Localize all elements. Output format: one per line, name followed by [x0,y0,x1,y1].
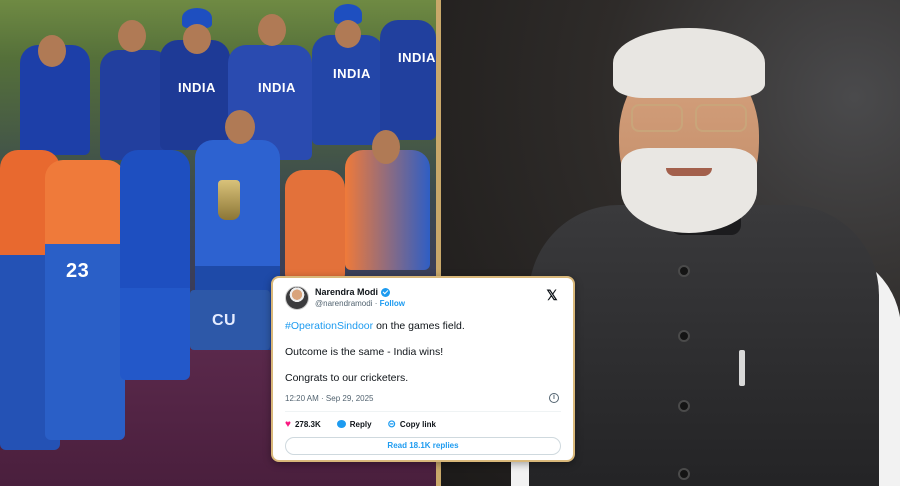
info-icon[interactable]: i [549,393,559,403]
trophy-stand: CU [190,290,270,350]
vest-button [678,468,690,480]
tweet-line-1: #OperationSindoor on the games field. [285,320,561,333]
jersey-label: INDIA [258,80,296,95]
jersey-label: INDIA [178,80,216,95]
pen [739,350,745,386]
handle-line: @narendramodi · Follow [315,299,405,308]
author-handle[interactable]: @narendramodi [315,299,372,308]
jersey-label: INDIA [333,66,371,81]
tweet-line-3: Congrats to our cricketers. [285,372,409,384]
read-replies-button[interactable]: Read 18.1K replies [285,437,561,455]
beard [621,148,757,233]
mouth [666,168,712,176]
like-count: 278.3K [294,419,321,429]
jersey-label: INDIA [398,50,436,65]
reply-label: Reply [349,419,372,429]
hashtag-link[interactable]: #OperationSindoor [285,320,373,332]
player-front-5 [285,170,345,280]
trophy [218,180,240,220]
jersey-number: 23 [66,260,90,282]
tweet-header: Narendra Modi @narendramodi · Follow 𝕏 [285,286,561,316]
player-front-2 [45,160,125,440]
hair [613,28,765,98]
tweet-line-2: Outcome is the same - India wins! [285,346,444,358]
player-head [372,130,400,164]
reply-button[interactable]: Reply [336,419,372,429]
player-front-6 [345,150,430,270]
dark-vest [529,205,879,486]
glasses [625,104,753,134]
reply-icon [336,420,346,428]
tweet-card[interactable]: Narendra Modi @narendramodi · Follow 𝕏 #… [271,276,575,462]
author-name-line: Narendra Modi [315,287,391,297]
author-name[interactable]: Narendra Modi [315,287,378,297]
player-back-3 [160,40,230,150]
copy-link-button[interactable]: ⊝ Copy link [388,419,436,430]
player-back-6 [380,20,436,140]
tweet-meta: 12:20 AM · Sep 29, 2025 i [285,393,561,408]
vest-button [678,400,690,412]
player-head [335,20,361,48]
tweet-text: #OperationSindoor on the games field. Ou… [285,320,561,385]
handle-separator: · [374,299,378,308]
player-head [118,20,146,52]
tweet-timestamp[interactable]: 12:20 AM · Sep 29, 2025 [285,394,374,403]
divider [285,411,561,412]
player-head [38,35,66,67]
stage-label: CU [212,312,237,329]
vest-button [678,265,690,277]
x-logo-icon[interactable]: 𝕏 [545,288,559,302]
player-head [225,110,255,144]
like-button[interactable]: ♥ 278.3K [285,419,321,430]
vest-button [678,330,690,342]
link-icon: ⊝ [387,418,396,430]
tweet-line-1-rest: on the games field. [373,320,465,332]
player-front-3 [120,150,190,380]
player-back-5 [312,35,384,145]
avatar[interactable] [285,286,309,310]
player-head [183,24,211,54]
follow-button[interactable]: Follow [380,299,405,308]
copy-link-label: Copy link [399,419,436,429]
tweet-actions: ♥ 278.3K Reply ⊝ Copy link [285,417,561,431]
heart-icon: ♥ [285,418,291,430]
player-head [258,14,286,46]
verified-badge-icon [381,287,391,297]
